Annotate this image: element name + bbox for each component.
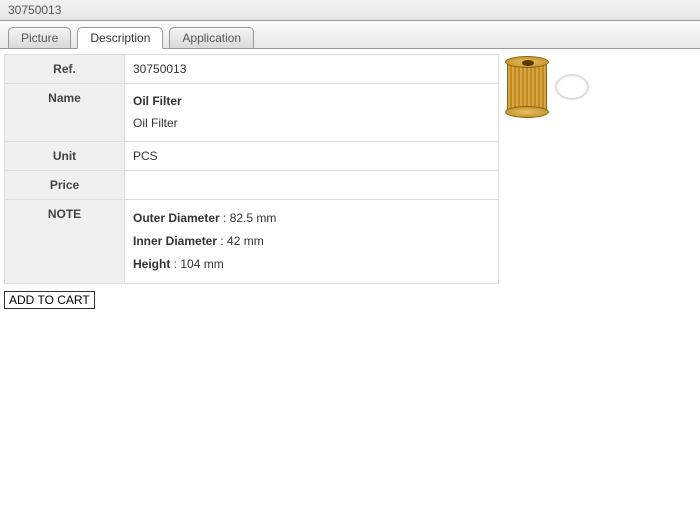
label-name: Name xyxy=(5,84,125,142)
tab-application[interactable]: Application xyxy=(169,27,254,49)
value-unit: PCS xyxy=(125,142,499,171)
value-note: Outer Diameter : 82.5 mm Inner Diameter … xyxy=(125,200,499,283)
table-row: Price xyxy=(5,171,499,200)
note-od-label: Outer Diameter xyxy=(133,211,220,225)
table-row: NOTE Outer Diameter : 82.5 mm Inner Diam… xyxy=(5,200,499,283)
label-note: NOTE xyxy=(5,200,125,283)
note-h-label: Height xyxy=(133,257,170,271)
name-line2: Oil Filter xyxy=(133,116,178,130)
table-row: Ref. 30750013 xyxy=(5,55,499,84)
value-price xyxy=(125,171,499,200)
table-row: Name Oil Filter Oil Filter xyxy=(5,84,499,142)
note-od-value: : 82.5 mm xyxy=(220,211,277,225)
gasket-icon xyxy=(555,74,589,100)
value-ref: 30750013 xyxy=(125,55,499,84)
add-to-cart-button[interactable]: ADD TO CART xyxy=(4,291,95,309)
add-to-cart-label: ADD TO CART xyxy=(9,293,90,307)
table-row: Unit PCS xyxy=(5,142,499,171)
tab-picture-label: Picture xyxy=(21,31,58,45)
label-price: Price xyxy=(5,171,125,200)
label-ref: Ref. xyxy=(5,55,125,84)
spec-table: Ref. 30750013 Name Oil Filter Oil Filter… xyxy=(4,54,499,284)
note-id-value: : 42 mm xyxy=(217,234,264,248)
oil-filter-icon xyxy=(505,56,549,118)
value-name: Oil Filter Oil Filter xyxy=(125,84,499,142)
tab-description[interactable]: Description xyxy=(77,27,163,49)
tabs-row: Picture Description Application xyxy=(0,21,700,49)
product-image xyxy=(505,54,605,118)
window-title: 30750013 xyxy=(8,3,61,17)
content-area: Ref. 30750013 Name Oil Filter Oil Filter… xyxy=(0,49,700,289)
tab-application-label: Application xyxy=(182,31,241,45)
note-id-label: Inner Diameter xyxy=(133,234,217,248)
window-title-bar: 30750013 xyxy=(0,0,700,21)
tab-picture[interactable]: Picture xyxy=(8,27,71,49)
note-h-value: : 104 mm xyxy=(170,257,223,271)
label-unit: Unit xyxy=(5,142,125,171)
name-line1: Oil Filter xyxy=(133,94,182,108)
tab-description-label: Description xyxy=(90,31,150,45)
